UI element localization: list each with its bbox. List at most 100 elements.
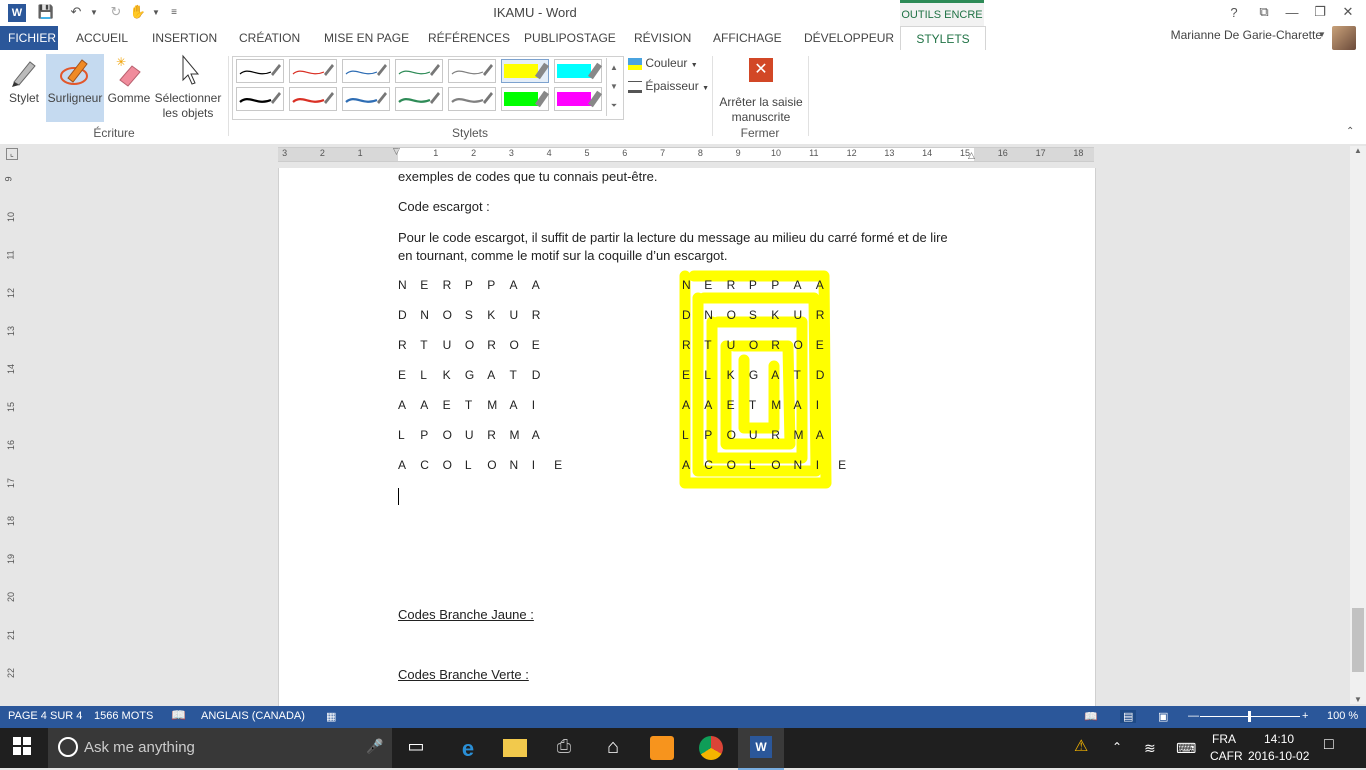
tab-mise-en-page[interactable]: MISE EN PAGE [316, 26, 417, 50]
tab-accueil[interactable]: ACCUEIL [68, 26, 136, 50]
chrome-icon[interactable] [699, 736, 723, 760]
scroll-down-icon[interactable]: ▼ [1350, 695, 1366, 704]
gallery-scroll[interactable]: ▲ ▼ ⏷ [606, 58, 621, 116]
page-count[interactable]: PAGE 4 SUR 4 [8, 710, 82, 722]
notifications-icon[interactable]: □ [1324, 736, 1348, 760]
tab-publipostage[interactable]: PUBLIPOSTAGE [516, 26, 624, 50]
zoom-level[interactable]: 100 % [1327, 710, 1358, 722]
zoom-out-icon[interactable]: — [1188, 710, 1199, 722]
pen-swatch[interactable] [289, 59, 337, 83]
tab-developpeur[interactable]: DÉVELOPPEUR [796, 26, 902, 50]
word-taskbar-button[interactable]: W [738, 728, 784, 770]
grid-letter: L [748, 458, 756, 472]
read-mode-icon[interactable]: 📖 [1084, 710, 1098, 723]
ruler-tick-label: 8 [697, 148, 703, 158]
wifi-icon[interactable]: ≋ [1144, 740, 1168, 764]
help-button[interactable]: ? [1222, 2, 1246, 22]
grid-letter: A [682, 398, 691, 412]
scroll-up-icon[interactable]: ▲ [1350, 146, 1366, 155]
edge-icon[interactable]: e [456, 736, 480, 761]
zoom-in-icon[interactable]: + [1302, 710, 1308, 722]
close-button[interactable]: ✕ [1336, 2, 1360, 22]
grid-letter: L [420, 368, 427, 382]
grid-letter: P [771, 278, 780, 292]
home-app-icon[interactable]: ⌂ [601, 736, 625, 760]
video-app-icon[interactable] [650, 736, 674, 760]
pen-swatch[interactable] [236, 59, 284, 83]
zoom-slider-thumb[interactable] [1248, 711, 1251, 722]
pen-swatch[interactable] [289, 87, 337, 111]
minimize-button[interactable]: — [1280, 2, 1304, 22]
pen-swatch[interactable] [554, 59, 603, 83]
grid-letter: A [793, 278, 802, 292]
right-indent-icon[interactable]: △ [968, 150, 975, 161]
collapse-ribbon-icon[interactable]: ⌃ [1346, 126, 1354, 137]
scrollbar-thumb[interactable] [1352, 608, 1364, 672]
macro-icon[interactable]: ▦ [326, 710, 336, 723]
close-ink-icon: ✕ [749, 58, 773, 82]
vertical-ruler: 9 10 11 12 13 14 15 16 17 18 19 20 21 22 [4, 168, 18, 704]
ribbon-separator [712, 56, 713, 136]
pen-swatch[interactable] [342, 87, 390, 111]
proofing-icon[interactable]: 📖 [171, 708, 186, 722]
pen-swatch[interactable] [501, 59, 550, 83]
input-language-2[interactable]: CAFR [1210, 749, 1243, 763]
epaisseur-button[interactable]: Épaisseur ▼ [628, 79, 709, 93]
group-label-stylets: Stylets [451, 126, 488, 140]
task-view-icon[interactable]: ▭ [404, 736, 428, 760]
tab-revision[interactable]: RÉVISION [626, 26, 699, 50]
tab-affichage[interactable]: AFFICHAGE [705, 26, 790, 50]
windows-start-icon[interactable] [12, 736, 36, 760]
pen-swatch[interactable] [342, 59, 390, 83]
tab-fichier[interactable]: FICHIER [0, 26, 58, 50]
ribbon: Stylet Surligneur ✳ Gomme Sélectionner l… [0, 50, 1366, 145]
tab-selector-icon[interactable]: ⌞ [6, 148, 18, 160]
clock-time[interactable]: 14:10 [1264, 732, 1294, 746]
pen-swatch[interactable] [448, 59, 496, 83]
web-layout-icon[interactable]: ▣ [1158, 710, 1168, 723]
grid-letter: R [771, 428, 780, 442]
tab-references[interactable]: RÉFÉRENCES [420, 26, 518, 50]
word-count[interactable]: 1566 MOTS [94, 710, 153, 722]
pen-swatch[interactable] [554, 87, 603, 111]
pen-swatch[interactable] [395, 87, 443, 111]
user-name[interactable]: Marianne De Garie-Charette [1171, 28, 1322, 42]
pen-swatch[interactable] [448, 87, 496, 111]
document-page[interactable]: exemples de codes que tu connais peut-êt… [278, 168, 1096, 708]
surligneur-button[interactable]: Surligneur [46, 54, 104, 122]
grid-letter: C [420, 458, 429, 472]
tab-creation[interactable]: CRÉATION [231, 26, 308, 50]
select-objects-button[interactable]: Sélectionner les objets [154, 54, 222, 122]
microphone-icon[interactable]: 🎤 [366, 738, 383, 755]
user-dropdown-icon[interactable]: ▼ [1318, 30, 1326, 39]
escargot-grid-row: AAETMAI [398, 398, 554, 412]
stylet-button[interactable]: Stylet [4, 54, 44, 122]
pen-swatch[interactable] [236, 87, 284, 111]
grid-letter: M [793, 428, 804, 442]
gomme-button[interactable]: ✳ Gomme [106, 54, 152, 122]
couleur-button[interactable]: Couleur ▼ [628, 56, 698, 70]
stop-inking-button[interactable]: ✕ Arrêter la saisie manuscrite [716, 54, 806, 124]
input-language-1[interactable]: FRA [1212, 732, 1236, 746]
cortana-search[interactable]: Ask me anything 🎤 [48, 728, 392, 768]
grid-letter: E [554, 458, 563, 472]
pen-swatch[interactable] [395, 59, 443, 83]
file-explorer-icon[interactable] [503, 739, 527, 757]
ribbon-display-button[interactable]: ⧉ [1252, 2, 1276, 22]
printer-app-icon[interactable]: ⎙ [552, 736, 576, 760]
clock-date[interactable]: 2016-10-02 [1248, 749, 1309, 763]
restore-button[interactable]: ❐ [1308, 2, 1332, 22]
warning-tray-icon[interactable]: ⚠ [1074, 736, 1098, 760]
print-layout-icon[interactable]: ▤ [1120, 710, 1137, 723]
tab-insertion[interactable]: INSERTION [144, 26, 225, 50]
avatar[interactable] [1332, 26, 1356, 50]
indent-marker-icon[interactable]: ▽ [393, 146, 400, 157]
language[interactable]: ANGLAIS (CANADA) [201, 710, 305, 722]
vertical-ruler-tick-label: 18 [6, 515, 17, 527]
tab-stylets[interactable]: STYLETS [900, 26, 986, 52]
horizontal-ruler[interactable]: 3 2 1 1 2 3 4 5 6 7 8 9 10 11 12 13 14 15 16 17 18 ▽ △ [278, 146, 1094, 162]
cortana-icon [58, 737, 78, 757]
keyboard-icon[interactable]: ⌨ [1176, 740, 1200, 764]
pen-swatch[interactable] [501, 87, 550, 111]
tray-chevron-icon[interactable]: ⌃ [1112, 740, 1136, 764]
